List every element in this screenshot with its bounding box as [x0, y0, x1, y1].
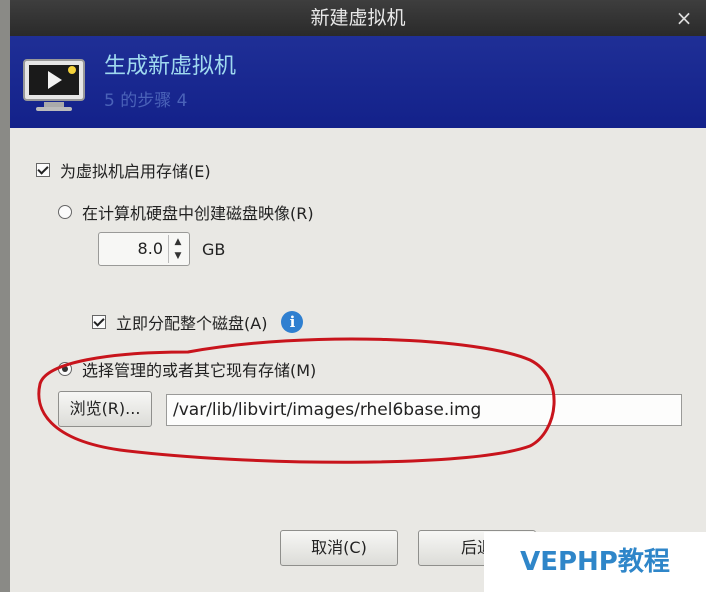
allocate-label: 立即分配整个磁盘(A): [116, 314, 268, 333]
disk-unit: GB: [202, 240, 226, 259]
monitor-icon: [23, 59, 85, 111]
create-disk-radio[interactable]: [58, 205, 72, 219]
enable-storage-row[interactable]: 为虚拟机启用存储(E): [36, 158, 211, 182]
allocate-row[interactable]: 立即分配整个磁盘(A) i: [92, 310, 304, 334]
existing-storage-row[interactable]: 选择管理的或者其它现有存储(M): [58, 357, 316, 381]
browse-button[interactable]: 浏览(R)...: [58, 391, 152, 427]
existing-storage-label: 选择管理的或者其它现有存储(M): [82, 361, 317, 380]
enable-storage-label: 为虚拟机启用存储(E): [60, 162, 211, 181]
create-disk-row[interactable]: 在计算机硬盘中创建磁盘映像(R): [58, 200, 314, 224]
spin-up-icon[interactable]: ▲: [168, 235, 187, 249]
titlebar: 新建虚拟机 ×: [10, 0, 706, 36]
storage-path-input[interactable]: [166, 394, 682, 426]
close-icon[interactable]: ×: [674, 8, 694, 28]
allocate-checkbox[interactable]: [92, 315, 106, 329]
banner-step: 5 的步骤 4: [104, 91, 188, 111]
banner-title: 生成新虚拟机: [104, 54, 237, 79]
disk-size-spinner[interactable]: 8.0 ▲ ▼: [98, 232, 190, 266]
window-title: 新建虚拟机: [310, 7, 406, 29]
info-icon[interactable]: i: [281, 311, 304, 333]
spin-down-icon[interactable]: ▼: [168, 249, 187, 263]
create-disk-label: 在计算机硬盘中创建磁盘映像(R): [82, 204, 314, 223]
wizard-banner: 生成新虚拟机 5 的步骤 4: [10, 36, 706, 128]
cancel-button[interactable]: 取消(C): [280, 530, 398, 566]
disk-size-value[interactable]: 8.0: [109, 239, 163, 258]
watermark: VEPHP教程: [484, 532, 706, 592]
existing-storage-radio[interactable]: [58, 362, 72, 376]
new-vm-dialog: 新建虚拟机 × 生成新虚拟机 5 的步骤 4 为虚拟机启用存储(E) 在计算机硬…: [10, 0, 706, 592]
enable-storage-checkbox[interactable]: [36, 163, 50, 177]
